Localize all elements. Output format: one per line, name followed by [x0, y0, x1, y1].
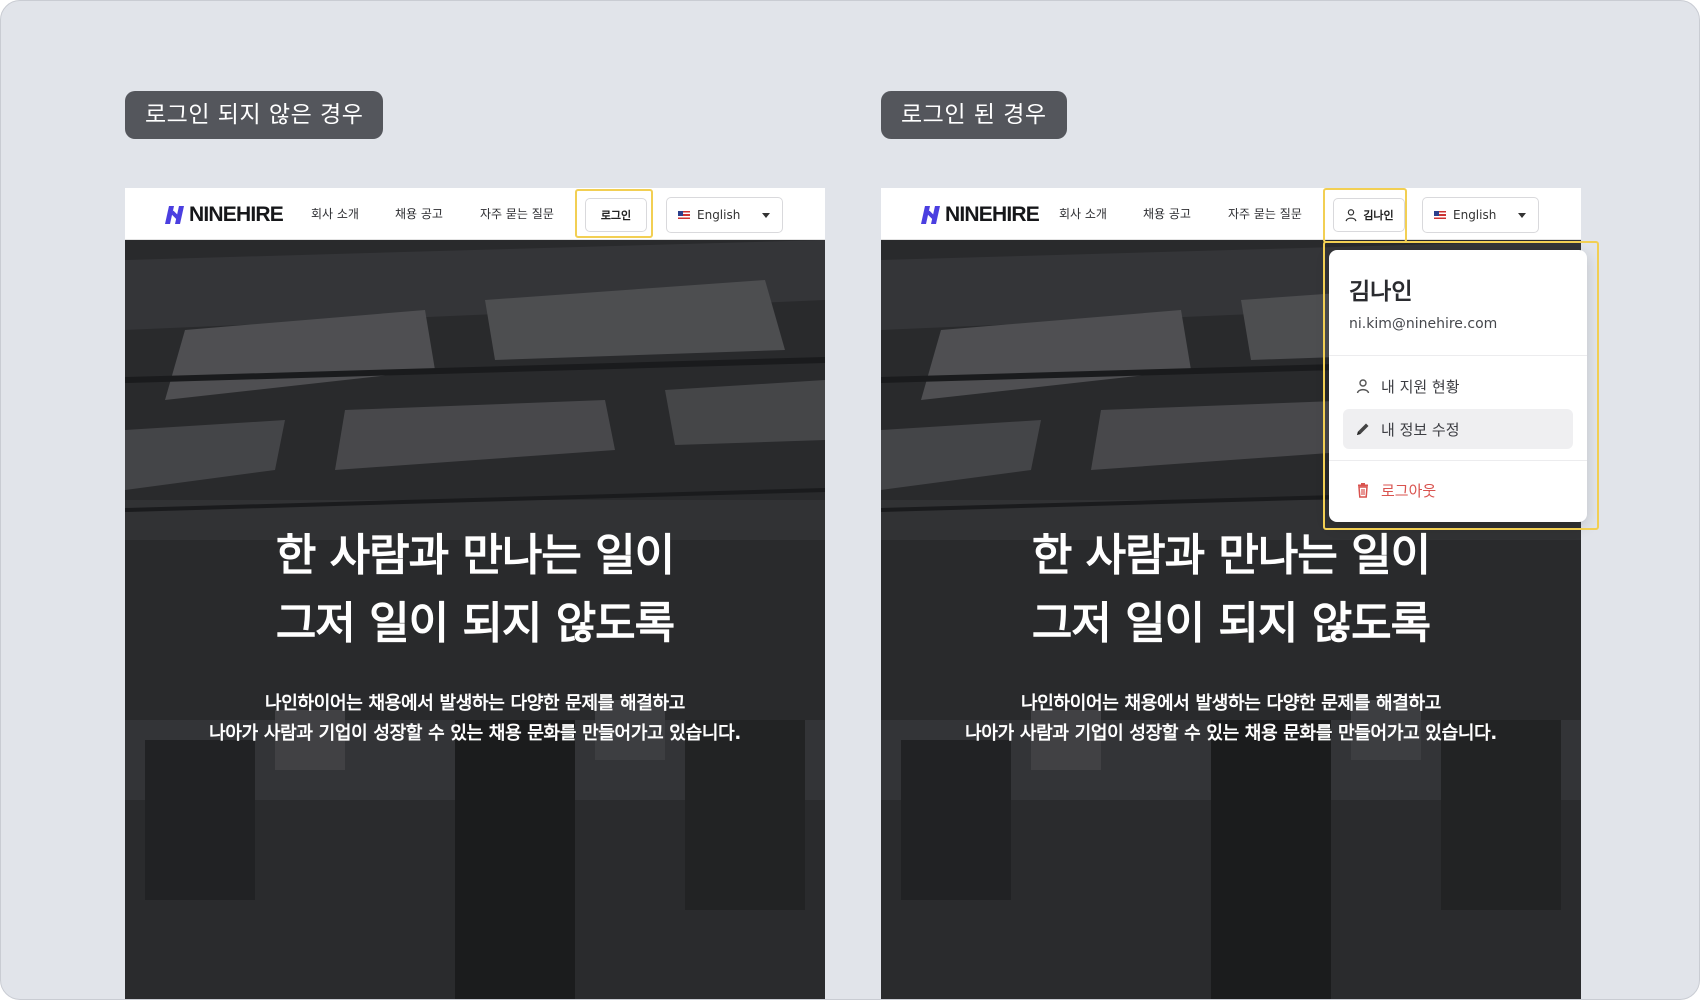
logo-text: NINEHIRE: [189, 203, 284, 226]
logo-mark-icon: [165, 206, 184, 224]
logo-mark-icon: [921, 206, 940, 224]
hero-subtitle: 나인하이어는 채용에서 발생하는 다양한 문제를 해결하고 나아가 사람과 기업…: [125, 689, 825, 749]
us-flag-icon: [1434, 211, 1446, 219]
navbar: NINEHIRE 회사 소개 채용 공고 자주 묻는 질문 로그인 Englis…: [125, 188, 825, 240]
state-label-logged-in: 로그인 된 경우: [881, 91, 1067, 139]
hero-title-line-2: 그저 일이 되지 않도록: [275, 598, 675, 649]
hero-title-line-1: 한 사람과 만나는 일이: [275, 530, 675, 581]
mock-logged-out: NINEHIRE 회사 소개 채용 공고 자주 묻는 질문 로그인 Englis…: [125, 188, 825, 999]
nav-item-jobs[interactable]: 채용 공고: [395, 188, 443, 240]
navbar: NINEHIRE 회사 소개 채용 공고 자주 묻는 질문 김나인 Englis…: [881, 188, 1581, 240]
hero-title-line-1: 한 사람과 만나는 일이: [1031, 530, 1431, 581]
hero-subtitle-line-2: 나아가 사람과 기업이 성장할 수 있는 채용 문화를 만들어가고 있습니다.: [209, 723, 741, 744]
canvas: 로그인 되지 않은 경우 로그인 된 경우 NINEHIRE 회사 소개 채용 …: [0, 0, 1700, 1000]
hero-subtitle-line-2: 나아가 사람과 기업이 성장할 수 있는 채용 문화를 만들어가고 있습니다.: [965, 723, 1497, 744]
language-select[interactable]: English: [1422, 197, 1539, 233]
language-select-value: English: [1453, 208, 1497, 222]
caret-down-icon: [762, 213, 770, 218]
caret-down-icon: [1518, 213, 1526, 218]
language-select-value: English: [697, 208, 741, 222]
hero-title: 한 사람과 만나는 일이 그저 일이 되지 않도록: [881, 522, 1581, 658]
nav-item-jobs[interactable]: 채용 공고: [1143, 188, 1191, 240]
nav-item-faq[interactable]: 자주 묻는 질문: [1228, 188, 1302, 240]
language-select[interactable]: English: [666, 197, 783, 233]
hero-subtitle-line-1: 나인하이어는 채용에서 발생하는 다양한 문제를 해결하고: [1020, 693, 1442, 714]
hero-title-line-2: 그저 일이 되지 않도록: [1031, 598, 1431, 649]
us-flag-icon: [678, 211, 690, 219]
hero-subtitle: 나인하이어는 채용에서 발생하는 다양한 문제를 해결하고 나아가 사람과 기업…: [881, 689, 1581, 749]
nav-item-company[interactable]: 회사 소개: [311, 188, 359, 240]
logo[interactable]: NINEHIRE: [165, 202, 284, 228]
nav-item-faq[interactable]: 자주 묻는 질문: [480, 188, 554, 240]
nav-item-company[interactable]: 회사 소개: [1059, 188, 1107, 240]
highlight-user-button: [1323, 188, 1407, 243]
state-label-logged-out: 로그인 되지 않은 경우: [125, 91, 384, 139]
logo-text: NINEHIRE: [945, 203, 1040, 226]
highlight-login: [575, 189, 653, 238]
highlight-dropdown: [1323, 241, 1599, 530]
hero-subtitle-line-1: 나인하이어는 채용에서 발생하는 다양한 문제를 해결하고: [264, 693, 686, 714]
hero: 한 사람과 만나는 일이 그저 일이 되지 않도록 나인하이어는 채용에서 발생…: [125, 240, 825, 999]
hero-title: 한 사람과 만나는 일이 그저 일이 되지 않도록: [125, 522, 825, 658]
logo[interactable]: NINEHIRE: [921, 202, 1040, 228]
